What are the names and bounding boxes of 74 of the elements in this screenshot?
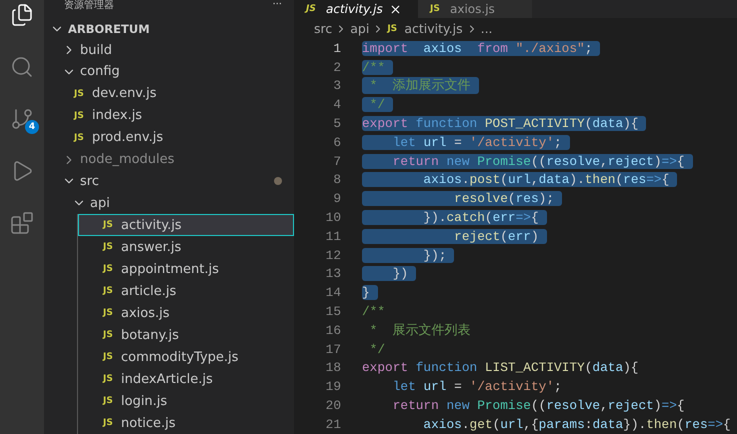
count-badge: 4 [25, 120, 39, 134]
file-item[interactable]: JS index.js [44, 104, 294, 127]
line-number: 19 [324, 379, 342, 394]
file-item[interactable]: JS activity.js [78, 214, 294, 236]
more-button[interactable]: ··· [272, 0, 282, 10]
js-file-icon: JS [103, 374, 117, 384]
line-number: 2 [332, 60, 342, 75]
file-item[interactable]: JS botany.js [78, 324, 294, 346]
js-file-icon: JS [387, 24, 402, 34]
line-number: 8 [332, 172, 342, 188]
folder-item[interactable]: node_modules [44, 148, 294, 170]
js-file-icon: JS [430, 4, 444, 14]
line-number: 15 [324, 304, 342, 320]
line-number: 10 [324, 210, 342, 226]
breadcrumb-item[interactable]: activity.js [404, 21, 463, 36]
breadcrumb-item[interactable]: src [314, 21, 332, 36]
code-line: export function LIST_ACTIVITY(data){ [362, 360, 640, 376]
js-file-icon: JS [306, 4, 320, 14]
code-line: let url = '/activity'; [392, 379, 563, 394]
sidebar-title: 资源管理器 [64, 0, 114, 12]
js-file-icon: JS [103, 264, 117, 274]
modified-dot [274, 177, 282, 186]
js-file-icon: JS [74, 88, 88, 99]
js-file-icon: JS [74, 110, 88, 121]
line-number: 4 [332, 97, 342, 112]
code-line: return new Promise((resolve,reject)=>{ [392, 398, 686, 414]
code-line: */ [368, 342, 386, 357]
line-number: 11 [324, 228, 342, 244]
line-number: 3 [332, 78, 342, 94]
line-number: 20 [324, 398, 342, 414]
line-number: 18 [324, 360, 342, 376]
file-item[interactable]: JS notice.js [78, 412, 294, 434]
folder-item[interactable]: build [44, 39, 294, 62]
line-number: 5 [332, 116, 342, 132]
js-file-icon: JS [74, 132, 88, 143]
file-item[interactable]: JS indexArticle.js [78, 368, 294, 390]
line-number: 21 [324, 416, 342, 432]
file-item[interactable]: JS article.js [78, 280, 294, 302]
js-file-icon: JS [103, 242, 117, 252]
editor-tab[interactable]: JS axios.js [418, 0, 532, 18]
line-number: 9 [332, 191, 342, 206]
js-file-icon: JS [103, 352, 117, 362]
line-number: 7 [332, 154, 342, 169]
js-file-icon: JS [103, 396, 117, 406]
file-item[interactable]: JS appointment.js [78, 258, 294, 280]
file-item[interactable]: JS prod.env.js [44, 126, 294, 149]
js-file-icon: JS [103, 418, 117, 428]
js-file-icon: JS [103, 330, 117, 340]
breadcrumb-item[interactable]: api [350, 21, 370, 36]
breadcrumb-item[interactable]: ... [480, 21, 493, 36]
code-line: /** [362, 304, 386, 320]
close-icon[interactable] [388, 2, 402, 16]
line-number: 16 [324, 322, 342, 338]
file-item[interactable]: JS commodityType.js [78, 346, 294, 368]
file-item[interactable]: JS axios.js [78, 302, 294, 324]
code-line: axios.get(url,{params:data}).then(res=>{ [422, 416, 732, 432]
line-number: 14 [324, 285, 342, 300]
line-number: 17 [324, 342, 342, 357]
line-number: 1 [332, 40, 342, 56]
js-file-icon: JS [103, 286, 117, 296]
file-item[interactable]: JS login.js [78, 390, 294, 412]
line-number: 13 [324, 266, 342, 282]
line-number: 12 [324, 248, 342, 263]
editor-tab[interactable]: JS activity.js [294, 0, 418, 18]
code-line: * 展示文件列表 [368, 322, 472, 339]
js-file-icon: JS [103, 308, 117, 318]
folder-item[interactable]: api [44, 192, 294, 214]
folder-item[interactable]: config [44, 61, 294, 83]
file-item[interactable]: JS answer.js [78, 236, 294, 258]
project-header[interactable]: ARBORETUM [44, 18, 294, 40]
folder-item[interactable]: src [44, 170, 294, 192]
js-file-icon: JS [103, 220, 117, 230]
line-number: 6 [332, 134, 342, 150]
file-item[interactable]: JS dev.env.js [44, 82, 294, 105]
